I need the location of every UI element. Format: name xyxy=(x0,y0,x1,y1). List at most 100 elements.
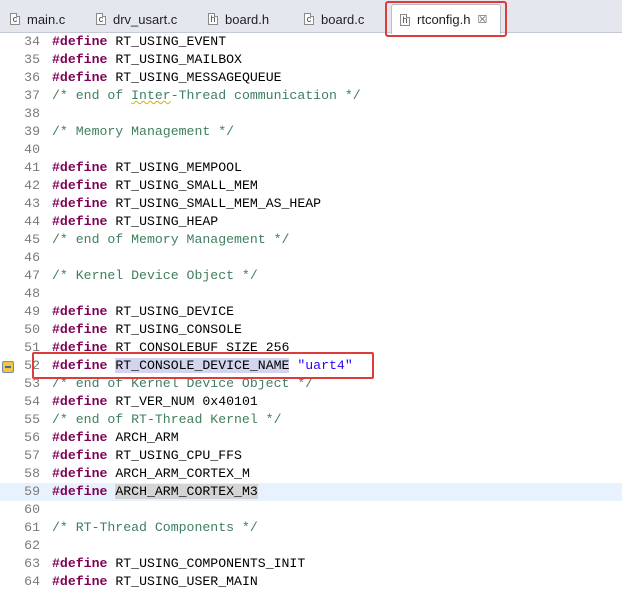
define-keyword: #define xyxy=(52,34,108,49)
line-number: 40 xyxy=(24,142,40,157)
editor-tab-bar: c main.c c drv_usart.c h board.h c board… xyxy=(0,0,622,34)
code-line[interactable]: 63 #define RT_USING_COMPONENTS_INIT xyxy=(0,555,622,573)
code-line[interactable]: 34 #define RT_USING_EVENT xyxy=(0,33,622,51)
macro-text: RT_USING_USER_MAIN xyxy=(115,574,258,589)
tab-rtconfig-h[interactable]: h rtconfig.h ☒ xyxy=(391,4,501,34)
line-number: 39 xyxy=(24,124,40,139)
line-number: 38 xyxy=(24,106,40,121)
line-number: 55 xyxy=(24,412,40,427)
define-keyword: #define xyxy=(52,358,108,373)
code-line[interactable]: 44 #define RT_USING_HEAP xyxy=(0,213,622,231)
code-line[interactable]: 47 /* Kernel Device Object */ xyxy=(0,267,622,285)
macro-text: ARCH_ARM xyxy=(115,430,179,445)
c-file-icon: c xyxy=(96,13,106,25)
define-keyword: #define xyxy=(52,574,108,589)
code-line[interactable]: 39 /* Memory Management */ xyxy=(0,123,622,141)
line-number: 56 xyxy=(24,430,40,445)
define-keyword: #define xyxy=(52,484,108,499)
line-number: 37 xyxy=(24,88,40,103)
define-keyword: #define xyxy=(52,340,108,355)
code-line[interactable]: 64 #define RT_USING_USER_MAIN xyxy=(0,573,622,591)
comment-text: -Thread communication */ xyxy=(170,88,361,103)
code-line[interactable]: 48 xyxy=(0,285,622,303)
code-line[interactable]: 46 xyxy=(0,249,622,267)
code-line[interactable]: 37 /* end of Inter-Thread communication *… xyxy=(0,87,622,105)
line-number: 47 xyxy=(24,268,40,283)
line-number: 59 xyxy=(24,484,40,499)
macro-text: RT_CONSOLEBUF_SIZE 256 xyxy=(115,340,290,355)
tab-label: main.c xyxy=(27,11,66,27)
line-number: 34 xyxy=(24,34,40,49)
comment-text: /* RT-Thread Components */ xyxy=(52,520,258,535)
code-line[interactable]: 51 #define RT_CONSOLEBUF_SIZE 256 xyxy=(0,339,622,357)
line-number: 60 xyxy=(24,502,40,517)
code-editor[interactable]: 34 #define RT_USING_EVENT 35 #define RT_US… xyxy=(0,33,622,590)
line-number: 49 xyxy=(24,304,40,319)
comment-text: /* end of Memory Management */ xyxy=(52,232,290,247)
define-keyword: #define xyxy=(52,556,108,571)
comment-text: /* end of RT-Thread Kernel */ xyxy=(52,412,282,427)
code-line-current[interactable]: 59 #define ARCH_ARM_CORTEX_M3 xyxy=(0,483,622,501)
macro-text: RT_USING_DEVICE xyxy=(115,304,235,319)
code-line-console-device[interactable]: 52 #define RT_CONSOLE_DEVICE_NAME "uart4" xyxy=(0,357,622,375)
line-number: 35 xyxy=(24,52,40,67)
define-keyword: #define xyxy=(52,178,108,193)
code-line[interactable]: 41 #define RT_USING_MEMPOOL xyxy=(0,159,622,177)
line-number: 64 xyxy=(24,574,40,589)
line-number: 57 xyxy=(24,448,40,463)
c-file-icon: c xyxy=(304,13,314,25)
tab-main-c[interactable]: c main.c xyxy=(10,6,65,32)
define-keyword: #define xyxy=(52,70,108,85)
code-line[interactable]: 35 #define RT_USING_MAILBOX xyxy=(0,51,622,69)
code-line[interactable]: 42 #define RT_USING_SMALL_MEM xyxy=(0,177,622,195)
code-line[interactable]: 54 #define RT_VER_NUM 0x40101 xyxy=(0,393,622,411)
code-line[interactable]: 53 /* end of Kernel Device Object */ xyxy=(0,375,622,393)
selected-identifier: RT_CONSOLE_DEVICE_NAME xyxy=(115,358,290,373)
line-number: 43 xyxy=(24,196,40,211)
occurrence-marker-icon[interactable] xyxy=(2,361,14,373)
code-line[interactable]: 62 xyxy=(0,537,622,555)
comment-text: /* Memory Management */ xyxy=(52,124,235,139)
code-line[interactable]: 38 xyxy=(0,105,622,123)
code-line[interactable]: 50 #define RT_USING_CONSOLE xyxy=(0,321,622,339)
macro-text: RT_USING_HEAP xyxy=(115,214,219,229)
define-keyword: #define xyxy=(52,448,108,463)
macro-text: RT_USING_SMALL_MEM xyxy=(115,178,258,193)
line-number: 44 xyxy=(24,214,40,229)
code-line[interactable]: 45 /* end of Memory Management */ xyxy=(0,231,622,249)
tab-drv-usart-c[interactable]: c drv_usart.c xyxy=(96,6,177,32)
line-number: 61 xyxy=(24,520,40,535)
line-number: 48 xyxy=(24,286,40,301)
macro-text: RT_USING_EVENT xyxy=(115,34,227,49)
tab-label: drv_usart.c xyxy=(113,11,178,27)
tab-label: board.c xyxy=(321,11,365,27)
code-line[interactable]: 49 #define RT_USING_DEVICE xyxy=(0,303,622,321)
define-keyword: #define xyxy=(52,466,108,481)
tab-board-c[interactable]: c board.c xyxy=(304,6,364,32)
line-number: 45 xyxy=(24,232,40,247)
line-number: 36 xyxy=(24,70,40,85)
code-line[interactable]: 58 #define ARCH_ARM_CORTEX_M xyxy=(0,465,622,483)
code-line[interactable]: 56 #define ARCH_ARM xyxy=(0,429,622,447)
macro-text: RT_USING_COMPONENTS_INIT xyxy=(115,556,306,571)
macro-text: RT_USING_CPU_FFS xyxy=(115,448,242,463)
code-line[interactable]: 40 xyxy=(0,141,622,159)
macro-text: RT_USING_MEMPOOL xyxy=(115,160,242,175)
line-number: 46 xyxy=(24,250,40,265)
code-line[interactable]: 36 #define RT_USING_MESSAGEQUEUE xyxy=(0,69,622,87)
comment-text: /* Kernel Device Object */ xyxy=(52,268,258,283)
code-line[interactable]: 55 /* end of RT-Thread Kernel */ xyxy=(0,411,622,429)
code-line[interactable]: 43 #define RT_USING_SMALL_MEM_AS_HEAP xyxy=(0,195,622,213)
line-number: 41 xyxy=(24,160,40,175)
code-line[interactable]: 57 #define RT_USING_CPU_FFS xyxy=(0,447,622,465)
tab-label: rtconfig.h xyxy=(417,12,471,27)
code-line[interactable]: 61 /* RT-Thread Components */ xyxy=(0,519,622,537)
define-keyword: #define xyxy=(52,160,108,175)
macro-text: RT_USING_MESSAGEQUEUE xyxy=(115,70,282,85)
tab-board-h[interactable]: h board.h xyxy=(208,6,269,32)
code-line[interactable]: 60 xyxy=(0,501,622,519)
c-file-icon: c xyxy=(10,13,20,25)
macro-text: RT_USING_CONSOLE xyxy=(115,322,242,337)
comment-text: /* end of xyxy=(52,88,132,103)
close-icon[interactable]: ☒ xyxy=(477,13,487,26)
